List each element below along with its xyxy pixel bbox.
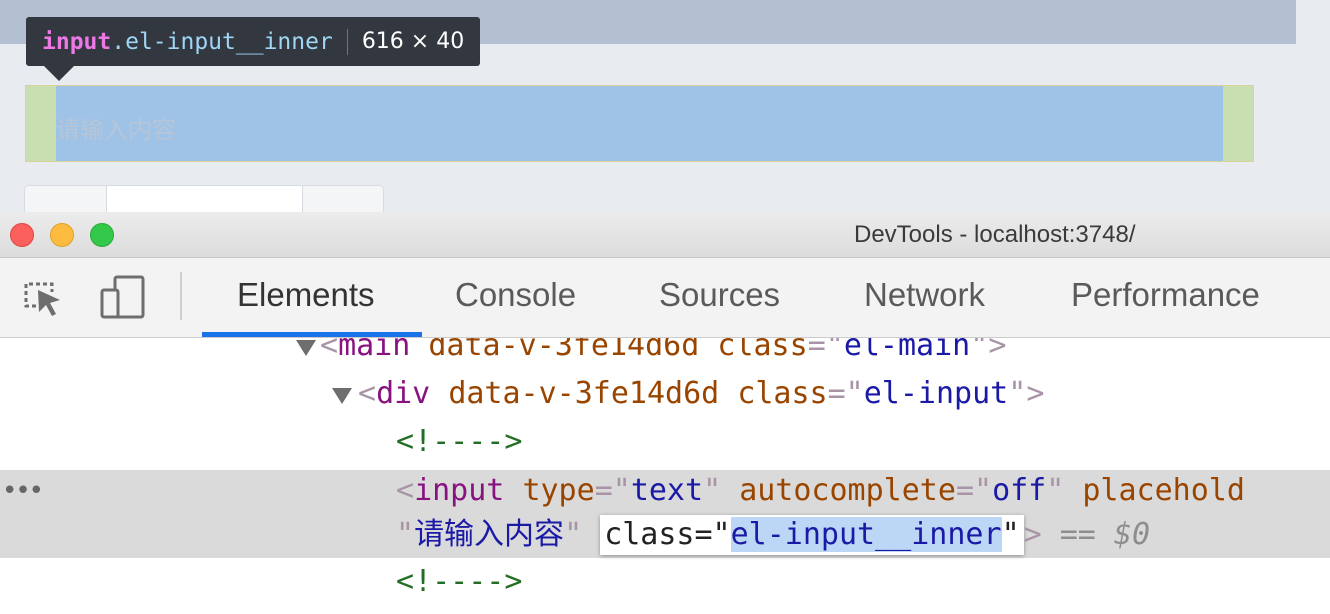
attribute-edit-selection[interactable]: el-input__inner [730, 517, 1002, 552]
expand-triangle-icon[interactable] [296, 340, 316, 356]
toolbar-divider [180, 272, 182, 320]
input-content-box [56, 86, 1223, 161]
active-tab-indicator [202, 332, 422, 337]
page-tab-divider [106, 186, 107, 212]
inspect-element-icon[interactable] [18, 272, 68, 322]
page-tab-active[interactable] [106, 186, 302, 212]
tab-console[interactable]: Console [455, 276, 576, 314]
tab-sources[interactable]: Sources [659, 276, 780, 314]
more-actions-icon[interactable]: ••• [2, 476, 44, 506]
dom-comment[interactable]: <!----> [396, 562, 522, 602]
close-window-button[interactable] [10, 223, 34, 247]
window-title: DevTools - localhost:3748/ [854, 221, 1136, 248]
dom-node-div[interactable]: <div data-v-3fe14d6d class="el-input"> [358, 374, 1044, 414]
devtools-window: DevTools - localhost:3748/ Elements Cons… [0, 212, 1330, 614]
expand-triangle-icon[interactable] [332, 388, 352, 404]
page-tab-divider [302, 186, 303, 212]
console-reference: == $0 [1059, 517, 1151, 552]
tooltip-size: 616 × 40 [361, 29, 465, 54]
attribute-edit-box[interactable]: class="el-input__inner" [600, 515, 1024, 555]
dom-node-input-continued[interactable]: "请输入内容" class="el-input__inner" > == $0 [396, 515, 1150, 555]
tooltip-class: .el-input__inner [111, 28, 333, 55]
dom-comment[interactable]: <!----> [396, 422, 522, 462]
tooltip-divider [346, 28, 348, 55]
tooltip-tag: input [42, 28, 112, 55]
page-tab-group [24, 185, 384, 212]
zoom-window-button[interactable] [90, 223, 114, 247]
tooltip-arrow [44, 66, 74, 81]
page-viewport: input .el-input__inner 616 × 40 请输入内容 [0, 0, 1330, 212]
dom-tree: ••• <main data-v-3fe14d6d class="el-main… [0, 338, 1330, 614]
inspect-tooltip: input .el-input__inner 616 × 40 [26, 17, 481, 66]
input-placeholder: 请输入内容 [56, 116, 176, 144]
highlighted-input[interactable]: 请输入内容 [25, 85, 1254, 162]
tab-network[interactable]: Network [864, 276, 985, 314]
tab-elements[interactable]: Elements [237, 276, 375, 314]
device-toolbar-icon[interactable] [98, 272, 148, 322]
title-bar: DevTools - localhost:3748/ [0, 212, 1330, 258]
dom-node-input[interactable]: <input type="text" autocomplete="off" pl… [396, 471, 1245, 511]
devtools-toolbar: Elements Console Sources Network Perform… [0, 258, 1330, 338]
minimize-window-button[interactable] [50, 223, 74, 247]
tab-performance[interactable]: Performance [1071, 276, 1260, 314]
dom-node-main[interactable]: <main data-v-3fe14d6d class="el-main"> [320, 338, 1006, 366]
